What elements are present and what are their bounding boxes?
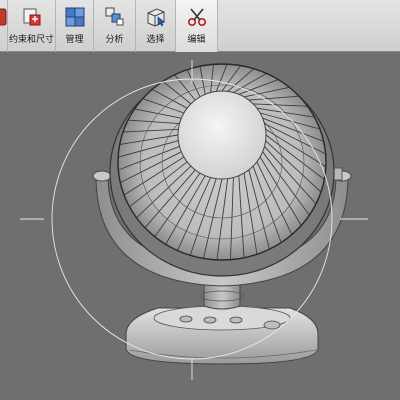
3d-viewport[interactable] (0, 52, 400, 400)
fan-head[interactable] (109, 63, 335, 277)
tool-manage[interactable]: 管理 (56, 0, 94, 52)
ribbon-toolbar: 约束和尺寸 管理 分析 选择 编辑 (0, 0, 400, 52)
select-icon (147, 8, 165, 27)
control-button-1 (179, 315, 193, 323)
control-button-3 (229, 316, 243, 324)
control-button-2 (203, 316, 217, 324)
tool-edit-label: 编辑 (187, 35, 206, 45)
cad-application: 约束和尺寸 管理 分析 选择 编辑 (0, 0, 400, 400)
tool-constraints-dimensions-label: 约束和尺寸 (8, 35, 54, 45)
analyze-icon (105, 7, 124, 26)
fan-hub (177, 90, 267, 180)
tool-constraint[interactable] (0, 0, 8, 52)
tool-select[interactable]: 选择 (136, 0, 176, 52)
tool-analyze[interactable]: 分析 (94, 0, 136, 52)
tool-manage-label: 管理 (65, 35, 84, 45)
tool-select-label: 选择 (146, 35, 165, 45)
scissors-icon (187, 8, 207, 27)
constraint-icon (0, 8, 7, 26)
tool-edit[interactable]: 编辑 (176, 0, 218, 52)
constraints-dimensions-icon (23, 8, 41, 26)
control-knob (263, 320, 281, 330)
manage-icon (65, 7, 85, 27)
tool-analyze-label: 分析 (105, 35, 124, 45)
viewport-canvas[interactable] (0, 52, 400, 400)
tool-constraints-dimensions[interactable]: 约束和尺寸 (8, 0, 56, 52)
